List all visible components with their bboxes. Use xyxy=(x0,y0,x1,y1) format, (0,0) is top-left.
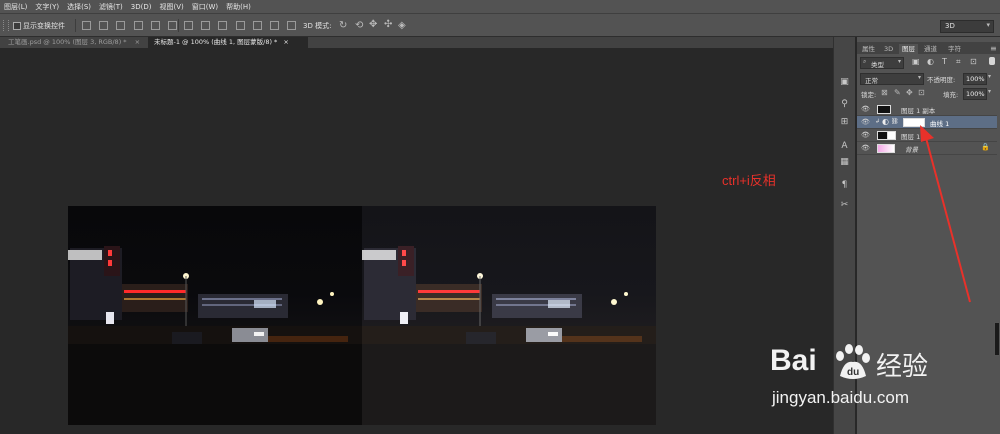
arrow-head xyxy=(920,125,934,142)
svg-text:du: du xyxy=(847,367,859,378)
watermark-brand: Bai xyxy=(770,344,817,377)
baidu-watermark: Bai du 经验 jingyan.baidu.com xyxy=(770,344,990,414)
watermark-brand-cn: 经验 xyxy=(876,352,929,382)
arrow-line xyxy=(925,137,971,303)
paw-icon: du xyxy=(836,344,870,379)
watermark-url: jingyan.baidu.com xyxy=(772,388,910,407)
edge-scroll-handle[interactable] xyxy=(994,322,1000,356)
